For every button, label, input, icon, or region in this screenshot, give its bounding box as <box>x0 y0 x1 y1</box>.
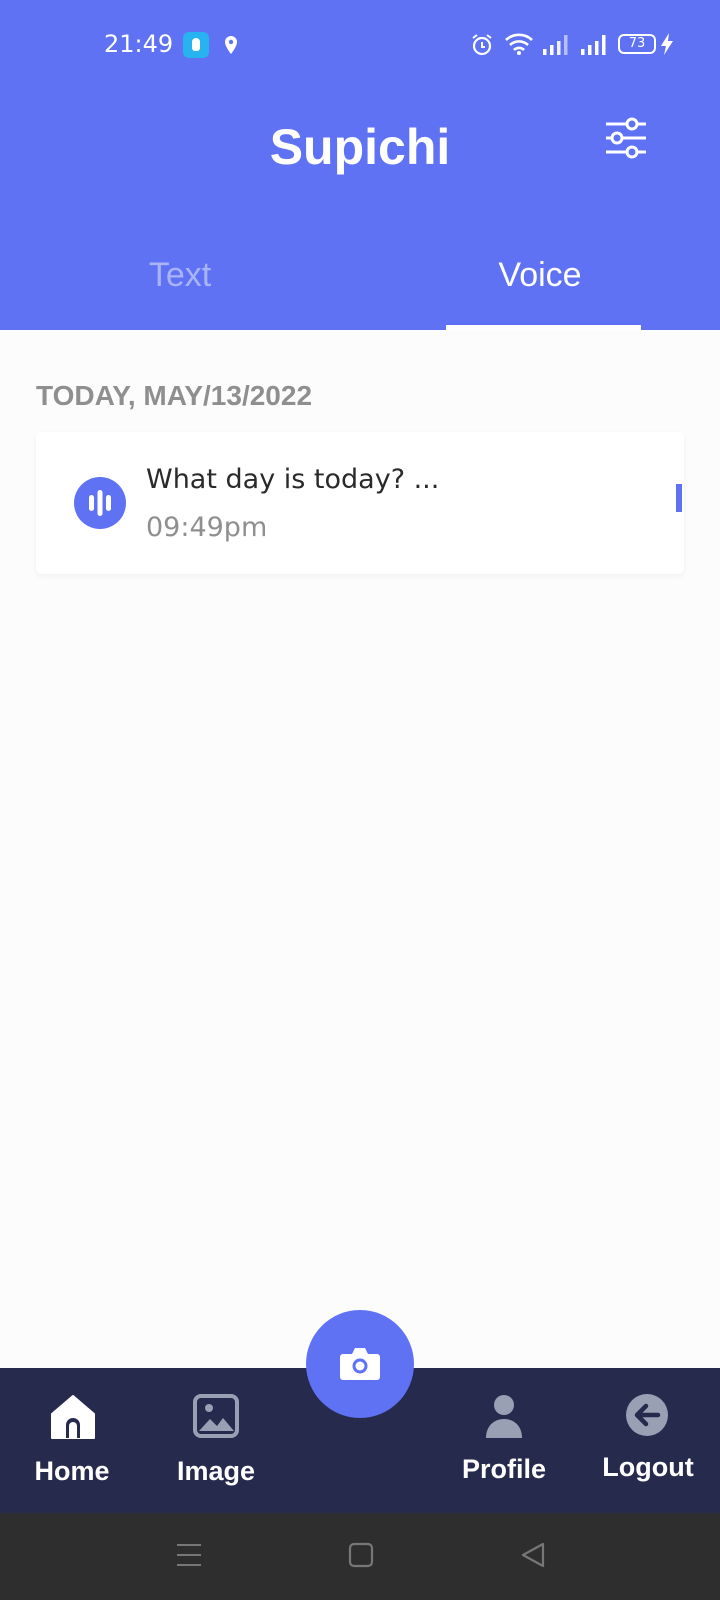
charging-bolt-icon <box>660 32 674 61</box>
nav-profile[interactable]: Profile <box>434 1368 574 1513</box>
tab-voice[interactable]: Voice <box>440 256 640 295</box>
camera-icon <box>340 1348 380 1380</box>
signal-icon <box>542 32 570 61</box>
active-tab-indicator <box>446 325 641 330</box>
menu-icon[interactable] <box>176 1541 202 1574</box>
filter-button[interactable] <box>600 112 652 164</box>
list-item[interactable]: What day is today? ... 09:49pm <box>36 432 684 574</box>
list-item-text: What day is today? ... <box>146 464 440 495</box>
voice-wave-icon <box>74 477 126 529</box>
battery-icon: 73 <box>618 34 656 54</box>
system-navigation-bar <box>0 1513 720 1600</box>
list-item-time: 09:49pm <box>146 512 268 543</box>
logout-icon <box>624 1392 670 1443</box>
home-icon <box>48 1392 98 1447</box>
signal-icon <box>580 32 608 61</box>
wifi-icon <box>504 32 534 61</box>
image-icon <box>192 1392 240 1445</box>
nav-home[interactable]: Home <box>2 1368 142 1513</box>
user-icon <box>480 1392 528 1445</box>
location-icon <box>224 35 238 60</box>
nav-image[interactable]: Image <box>146 1368 286 1513</box>
status-bar: 21:49 73 <box>0 0 720 90</box>
section-date-heading: TODAY, MAY/13/2022 <box>36 380 313 411</box>
nav-home-label: Home <box>34 1456 110 1486</box>
nav-logout-label: Logout <box>602 1452 694 1482</box>
camera-button[interactable] <box>306 1310 414 1418</box>
nav-image-label: Image <box>176 1456 256 1486</box>
app-badge-icon <box>183 32 209 58</box>
alarm-icon <box>470 33 494 62</box>
swipe-handle[interactable] <box>676 484 682 512</box>
nav-logout[interactable]: Logout <box>578 1368 718 1513</box>
app-header: 21:49 73 Supichi Text Voice <box>0 0 720 330</box>
nav-profile-label: Profile <box>461 1454 547 1484</box>
home-square-icon[interactable] <box>348 1541 374 1574</box>
back-triangle-icon[interactable] <box>520 1541 546 1574</box>
status-time: 21:49 <box>104 30 174 58</box>
tab-text[interactable]: Text <box>80 256 280 295</box>
sliders-icon <box>606 117 646 159</box>
